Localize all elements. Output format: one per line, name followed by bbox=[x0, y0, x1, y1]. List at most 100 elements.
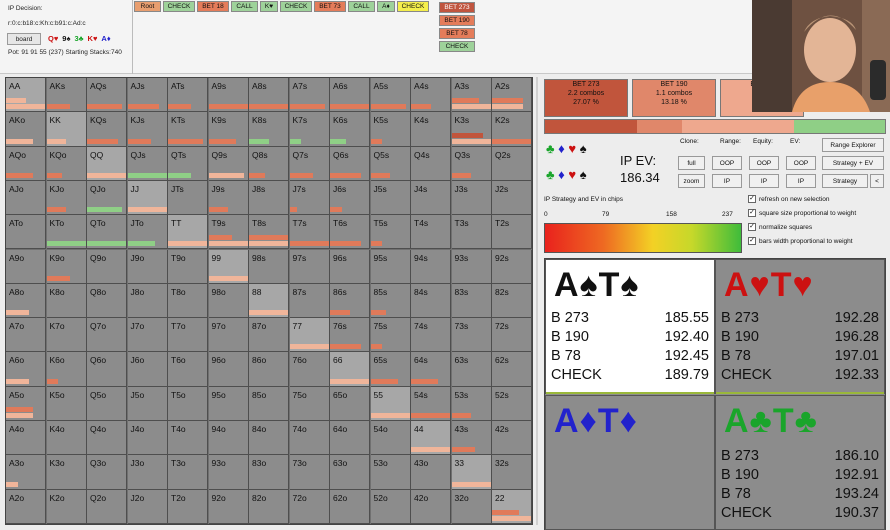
heart-icon[interactable]: ♥ bbox=[568, 167, 576, 182]
hand-cell[interactable]: J5s bbox=[370, 180, 411, 216]
hand-cell[interactable]: 84s bbox=[411, 283, 451, 319]
action-card[interactable]: BET 190 1.1 combos 13.18 % bbox=[632, 79, 716, 117]
hand-cell[interactable]: T4o bbox=[168, 421, 208, 456]
hand-cell[interactable]: K7s bbox=[289, 112, 330, 147]
hand-cell[interactable]: T6o bbox=[168, 352, 208, 387]
spade-icon[interactable]: ♠ bbox=[580, 141, 587, 156]
hand-cell[interactable]: 52s bbox=[492, 386, 532, 421]
hand-cell[interactable]: 43s bbox=[451, 421, 492, 456]
hand-cell[interactable]: 88 bbox=[249, 283, 289, 319]
hand-cell[interactable]: 82s bbox=[492, 283, 532, 319]
next-action-option[interactable]: BET 78 bbox=[439, 28, 475, 39]
hand-cell[interactable]: 74o bbox=[289, 421, 330, 456]
hand-cell[interactable]: 32s bbox=[492, 455, 532, 490]
hand-cell[interactable]: A2o bbox=[6, 489, 46, 524]
hand-cell[interactable]: 92s bbox=[492, 249, 532, 284]
hand-cell[interactable]: AA bbox=[6, 78, 46, 113]
board-button[interactable]: board bbox=[7, 33, 41, 45]
hand-cell[interactable]: 65o bbox=[330, 386, 370, 421]
option-checkbox[interactable]: ✓ refresh on new selection bbox=[748, 195, 829, 203]
combo-quadrant[interactable]: A♠T♠ B 273 185.55 B 190 192.40 B 78 192.45 CHEC… bbox=[545, 259, 715, 394]
checkbox-icon[interactable]: ✓ bbox=[748, 223, 756, 231]
hand-cell[interactable]: 43o bbox=[411, 455, 451, 490]
hand-cell[interactable]: A4o bbox=[6, 421, 46, 456]
equity-ip-button[interactable]: IP bbox=[749, 174, 779, 188]
breadcrumb-item[interactable]: CALL bbox=[231, 1, 258, 12]
hand-cell[interactable]: Q5s bbox=[370, 146, 411, 181]
hand-cell[interactable]: K6o bbox=[46, 352, 87, 387]
hand-cell[interactable]: T9s bbox=[208, 215, 249, 250]
hand-cell[interactable]: T3s bbox=[451, 215, 492, 250]
hand-cell[interactable]: J8o bbox=[127, 283, 168, 319]
hand-cell[interactable]: JTs bbox=[168, 180, 208, 216]
hand-cell[interactable]: 97o bbox=[208, 318, 249, 353]
hand-cell[interactable]: A2s bbox=[492, 78, 532, 113]
checkbox-icon[interactable]: ✓ bbox=[748, 237, 756, 245]
hand-cell[interactable]: ATo bbox=[6, 215, 46, 250]
range-ip-button[interactable]: IP bbox=[712, 174, 742, 188]
hand-cell[interactable]: Q4o bbox=[87, 421, 127, 456]
hand-cell[interactable]: Q2s bbox=[492, 146, 532, 181]
ev-ip-button[interactable]: IP bbox=[786, 174, 816, 188]
hand-cell[interactable]: 98s bbox=[249, 249, 289, 284]
hand-cell[interactable]: Q2o bbox=[87, 489, 127, 524]
hand-cell[interactable]: 76o bbox=[289, 352, 330, 387]
hand-cell[interactable]: 95o bbox=[208, 386, 249, 421]
hand-cell[interactable]: 32o bbox=[451, 489, 492, 524]
hand-cell[interactable]: 75o bbox=[289, 386, 330, 421]
breadcrumb-item[interactable]: BET 18 bbox=[197, 1, 229, 12]
hand-cell[interactable]: Q8o bbox=[87, 283, 127, 319]
hand-cell[interactable]: Q6s bbox=[330, 146, 370, 181]
strategy-ev-button[interactable]: Strategy + EV bbox=[822, 156, 884, 170]
hand-cell[interactable]: 86o bbox=[249, 352, 289, 387]
hand-cell[interactable]: Q3s bbox=[451, 146, 492, 181]
hand-cell[interactable]: 33 bbox=[451, 455, 492, 490]
hand-cell[interactable]: 87o bbox=[249, 318, 289, 353]
clone-full-button[interactable]: full bbox=[678, 156, 705, 170]
option-checkbox[interactable]: ✓ normalize squares bbox=[748, 223, 812, 231]
hand-cell[interactable]: K3s bbox=[451, 112, 492, 147]
hand-cell[interactable]: J7o bbox=[127, 318, 168, 353]
hand-cell[interactable]: QJs bbox=[127, 146, 168, 181]
action-card[interactable]: BET 273 2.2 combos 27.07 % bbox=[544, 79, 628, 117]
hand-cell[interactable]: Q5o bbox=[87, 386, 127, 421]
hand-cell[interactable]: KQs bbox=[87, 112, 127, 147]
checkbox-icon[interactable]: ✓ bbox=[748, 195, 756, 203]
hand-cell[interactable]: J3o bbox=[127, 455, 168, 490]
hand-cell[interactable]: K6s bbox=[330, 112, 370, 147]
hand-cell[interactable]: 83s bbox=[451, 283, 492, 319]
combo-quadrant[interactable]: A♥T♥ B 273 192.28 B 190 196.28 B 78 197.01 CHEC… bbox=[715, 259, 885, 394]
hand-cell[interactable]: K8o bbox=[46, 283, 87, 319]
diamond-icon[interactable]: ♦ bbox=[558, 141, 565, 156]
strategy-button[interactable]: Strategy bbox=[822, 174, 868, 188]
hand-cell[interactable]: AQs bbox=[87, 78, 127, 113]
hand-cell[interactable]: AKo bbox=[6, 112, 46, 147]
hand-cell[interactable]: AJo bbox=[6, 180, 46, 216]
hand-cell[interactable]: KJo bbox=[46, 180, 87, 216]
hand-cell[interactable]: 54s bbox=[411, 386, 451, 421]
hand-cell[interactable]: Q9s bbox=[208, 146, 249, 181]
hand-cell[interactable]: QTs bbox=[168, 146, 208, 181]
breadcrumb-item[interactable]: K♥ bbox=[260, 1, 278, 12]
hand-cell[interactable]: AKs bbox=[46, 78, 87, 113]
hand-cell[interactable]: A7o bbox=[6, 318, 46, 353]
hand-cell[interactable]: 42s bbox=[492, 421, 532, 456]
hand-cell[interactable]: 76s bbox=[330, 318, 370, 353]
breadcrumb-item[interactable]: A♦ bbox=[377, 1, 395, 12]
hand-cell[interactable]: KJs bbox=[127, 112, 168, 147]
hand-cell[interactable]: K7o bbox=[46, 318, 87, 353]
next-action-option[interactable]: BET 190 bbox=[439, 15, 475, 26]
hand-cell[interactable]: A9s bbox=[208, 78, 249, 113]
hand-cell[interactable]: JTo bbox=[127, 215, 168, 250]
hand-cell[interactable]: 92o bbox=[208, 489, 249, 524]
hand-cell[interactable]: K9o bbox=[46, 249, 87, 284]
breadcrumb-item[interactable]: CHECK bbox=[397, 1, 429, 12]
heart-icon[interactable]: ♥ bbox=[568, 141, 576, 156]
hand-cell[interactable]: Q3o bbox=[87, 455, 127, 490]
breadcrumb-item[interactable]: CHECK bbox=[280, 1, 312, 12]
hand-cell[interactable]: KTo bbox=[46, 215, 87, 250]
hand-cell[interactable]: QTo bbox=[87, 215, 127, 250]
hand-cell[interactable]: A3s bbox=[451, 78, 492, 113]
hand-cell[interactable]: T5s bbox=[370, 215, 411, 250]
hand-cell[interactable]: K2s bbox=[492, 112, 532, 147]
